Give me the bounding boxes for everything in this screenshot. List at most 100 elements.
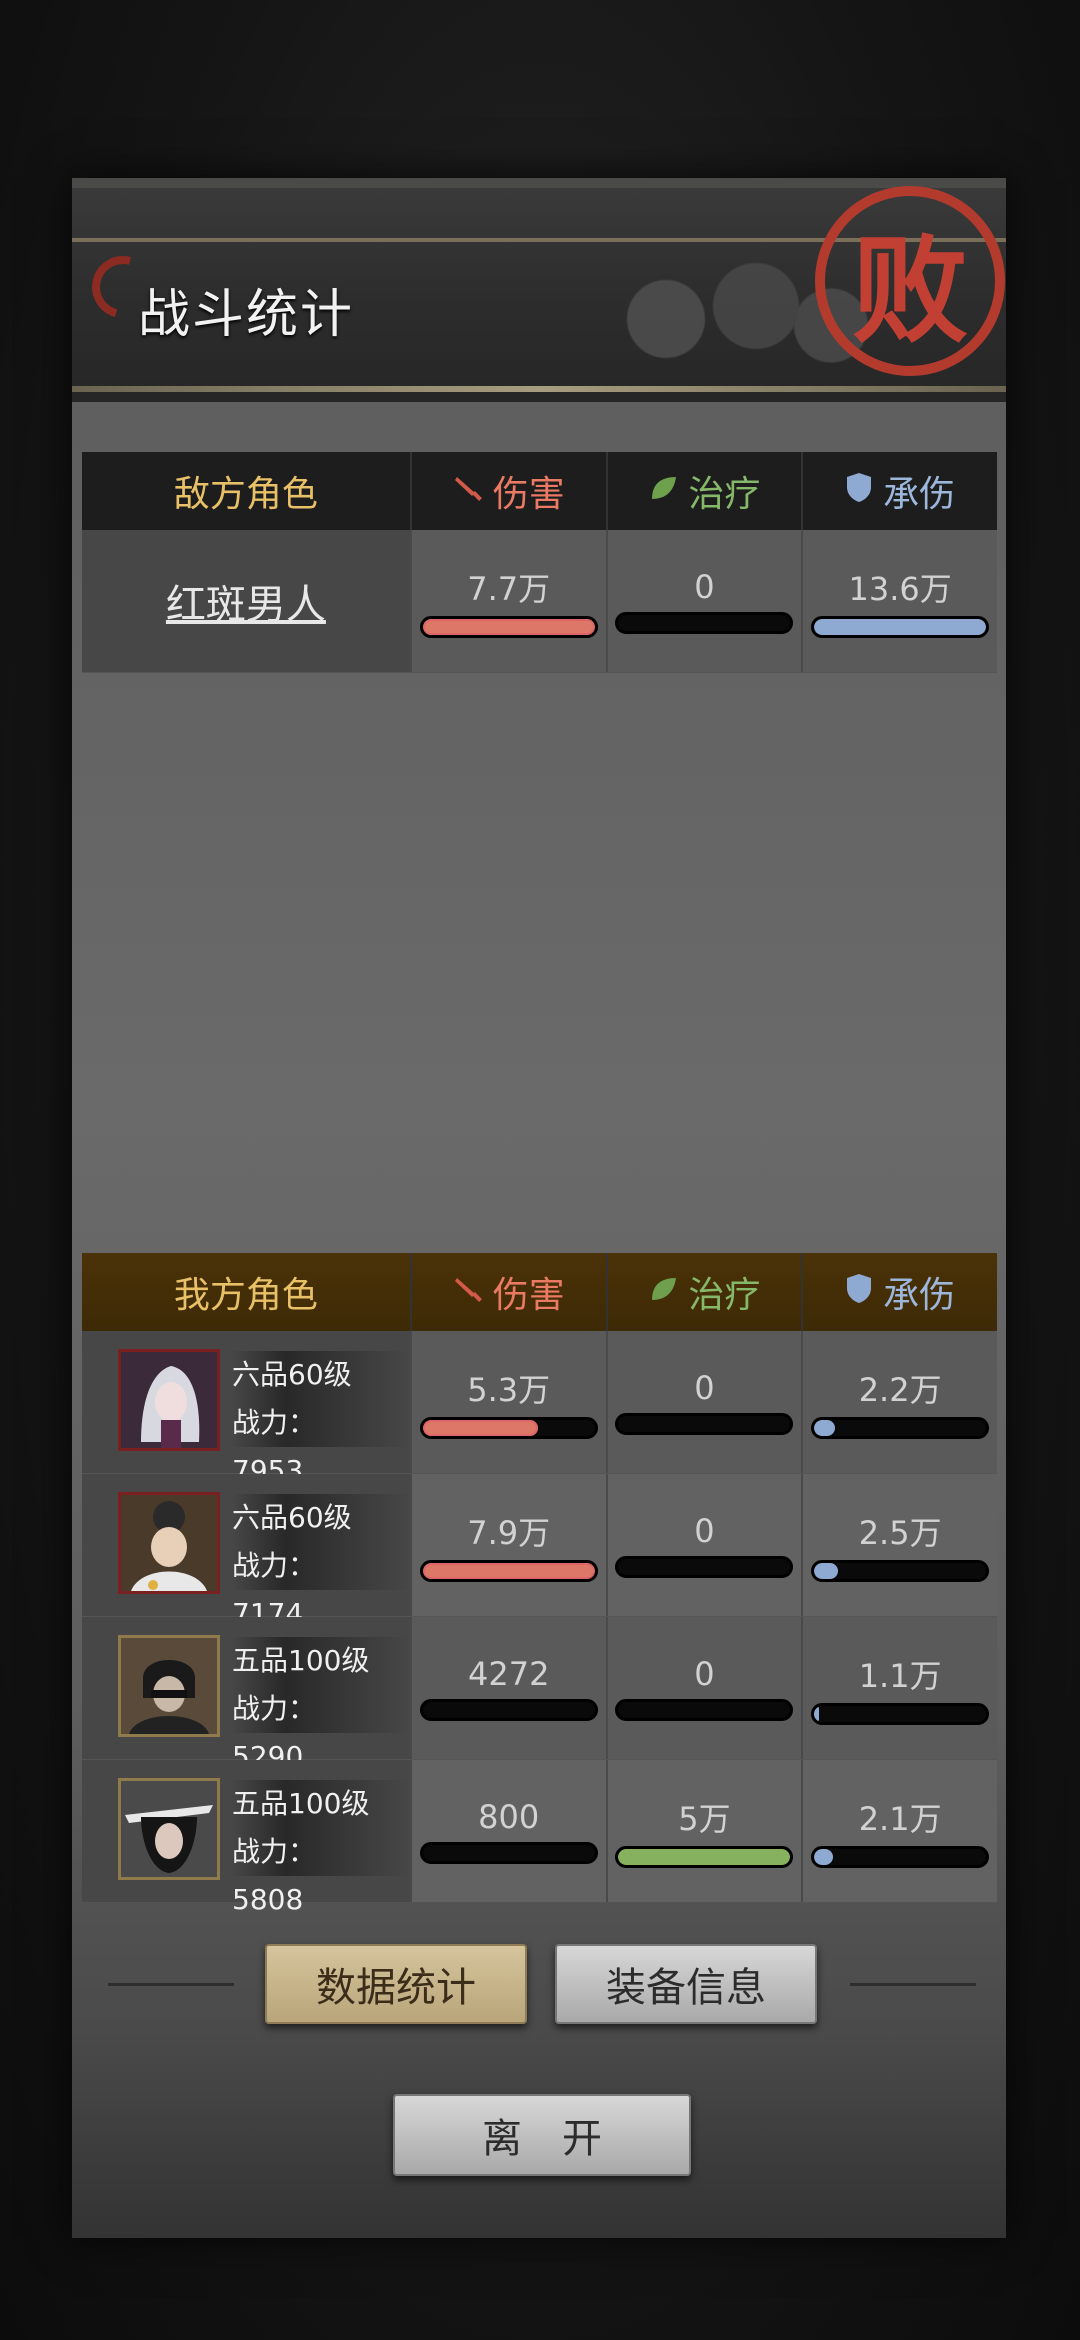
avatar[interactable] xyxy=(118,1635,220,1737)
avatar[interactable] xyxy=(118,1492,220,1594)
tanked-value: 2.1万 xyxy=(858,1800,942,1838)
damage-value: 800 xyxy=(478,1798,540,1836)
healing-value: 0 xyxy=(694,568,715,606)
healing-bar xyxy=(615,1413,794,1435)
tanked-cell: 1.1万 xyxy=(801,1617,997,1759)
ally-info-cell: 五品100级 战力：5808 xyxy=(82,1760,410,1916)
tanked-bar xyxy=(811,1417,990,1439)
healing-label: 治疗 xyxy=(688,1275,761,1316)
shield-icon xyxy=(845,471,873,512)
enemy-table: 敌方角色 伤害 治疗 承伤 红斑男人 7.7万 0 13.6万 xyxy=(82,452,997,673)
tanked-label: 承伤 xyxy=(883,1275,956,1316)
damage-bar-fill xyxy=(422,619,595,635)
tanked-bar-fill xyxy=(814,619,987,635)
tanked-bar xyxy=(811,1703,990,1725)
healing-bar xyxy=(615,612,794,634)
healing-label: 治疗 xyxy=(688,474,761,515)
damage-value: 5.3万 xyxy=(467,1371,551,1409)
sword-icon xyxy=(453,471,483,512)
combat-power: 战力：7953 xyxy=(232,1399,410,1487)
tanked-column-header: 承伤 xyxy=(801,452,997,530)
healing-bar xyxy=(615,1556,794,1578)
tanked-value: 1.1万 xyxy=(858,1657,942,1695)
damage-column-header: 伤害 xyxy=(409,1253,606,1331)
healing-bar-fill xyxy=(618,1849,791,1865)
tanked-bar xyxy=(811,616,990,638)
tanked-value: 2.2万 xyxy=(858,1371,942,1409)
healing-value: 0 xyxy=(694,1369,715,1407)
tanked-cell: 13.6万 xyxy=(801,530,997,672)
divider-right xyxy=(850,1983,976,1986)
healing-cell: 0 xyxy=(605,1331,802,1473)
damage-bar xyxy=(419,1842,598,1864)
healing-value: 0 xyxy=(694,1512,715,1550)
tanked-label: 承伤 xyxy=(883,474,956,515)
healing-column-header: 治疗 xyxy=(605,1253,802,1331)
healing-value: 0 xyxy=(694,1655,715,1693)
ally-info: 五品100级 战力：5808 xyxy=(232,1780,410,1916)
healing-column-header: 治疗 xyxy=(605,452,802,530)
damage-label: 伤害 xyxy=(492,1275,565,1316)
combat-power: 战力：7174 xyxy=(232,1542,410,1630)
enemy-name-link[interactable]: 红斑男人 xyxy=(166,572,326,630)
avatar[interactable] xyxy=(118,1778,220,1880)
ally-info: 五品100级 战力：5290 xyxy=(232,1637,410,1773)
combat-power: 战力：5290 xyxy=(232,1685,410,1773)
ally-row[interactable]: 五品100级 战力：5808 800 5万 2.1万 xyxy=(82,1760,997,1916)
combat-power: 战力：5808 xyxy=(232,1828,410,1916)
ally-info-cell: 六品60级 战力：7953 xyxy=(82,1331,410,1487)
healing-cell: 0 xyxy=(605,530,802,672)
shield-icon xyxy=(845,1272,873,1313)
page-title: 战斗统计 xyxy=(138,285,355,345)
tanked-bar-fill xyxy=(814,1706,820,1722)
damage-bar xyxy=(419,1560,598,1582)
ally-info: 六品60级 战力：7174 xyxy=(232,1494,410,1630)
tanked-bar-fill xyxy=(814,1563,839,1579)
data-stats-tab[interactable]: 数据统计 xyxy=(265,1944,527,2024)
tanked-column-header: 承伤 xyxy=(801,1253,997,1331)
enemy-row[interactable]: 红斑男人 7.7万 0 13.6万 xyxy=(82,530,997,673)
defeat-seal: 败 xyxy=(815,186,1005,376)
damage-cell: 4272 xyxy=(409,1617,606,1759)
damage-bar xyxy=(419,616,598,638)
damage-bar xyxy=(419,1417,598,1439)
tanked-bar xyxy=(811,1846,990,1868)
ally-table-header: 我方角色 伤害 治疗 承伤 xyxy=(82,1253,997,1331)
ally-row[interactable]: 五品100级 战力：5290 4272 0 1.1万 xyxy=(82,1617,997,1773)
enemy-name-cell: 红斑男人 xyxy=(82,530,410,672)
damage-cell: 800 xyxy=(409,1760,606,1902)
healing-cell: 5万 xyxy=(605,1760,802,1902)
sword-icon xyxy=(453,1272,483,1313)
ally-row[interactable]: 六品60级 战力：7174 7.9万 0 2.5万 xyxy=(82,1474,997,1630)
healing-cell: 0 xyxy=(605,1617,802,1759)
header-rail-bottom xyxy=(72,386,1006,392)
damage-bar-fill xyxy=(422,1420,538,1436)
damage-cell: 7.7万 xyxy=(409,530,606,672)
tanked-bar-fill xyxy=(814,1849,834,1865)
damage-column-header: 伤害 xyxy=(409,452,606,530)
leave-button[interactable]: 离 开 xyxy=(393,2094,691,2176)
rank-level: 五品100级 xyxy=(232,1780,410,1828)
tanked-bar xyxy=(811,1560,990,1582)
leaf-icon xyxy=(648,1272,678,1313)
ally-info-cell: 五品100级 战力：5290 xyxy=(82,1617,410,1773)
tanked-value: 13.6万 xyxy=(848,570,952,608)
rank-level: 六品60级 xyxy=(232,1494,410,1542)
ally-row[interactable]: 六品60级 战力：7953 5.3万 0 2.2万 xyxy=(82,1331,997,1487)
damage-cell: 5.3万 xyxy=(409,1331,606,1473)
equipment-info-tab[interactable]: 装备信息 xyxy=(555,1944,817,2024)
leaf-icon xyxy=(648,471,678,512)
damage-label: 伤害 xyxy=(492,474,565,515)
healing-bar xyxy=(615,1846,794,1868)
ally-info-cell: 六品60级 战力：7174 xyxy=(82,1474,410,1630)
rank-level: 六品60级 xyxy=(232,1351,410,1399)
damage-cell: 7.9万 xyxy=(409,1474,606,1616)
ally-table: 我方角色 伤害 治疗 承伤 六品60级 战力：7953 5.3万 0 2.2万 … xyxy=(82,1253,997,1916)
tanked-cell: 2.5万 xyxy=(801,1474,997,1616)
tanked-value: 2.5万 xyxy=(858,1514,942,1552)
healing-value: 5万 xyxy=(678,1800,731,1838)
healing-bar xyxy=(615,1699,794,1721)
healing-cell: 0 xyxy=(605,1474,802,1616)
tanked-cell: 2.2万 xyxy=(801,1331,997,1473)
avatar[interactable] xyxy=(118,1349,220,1451)
